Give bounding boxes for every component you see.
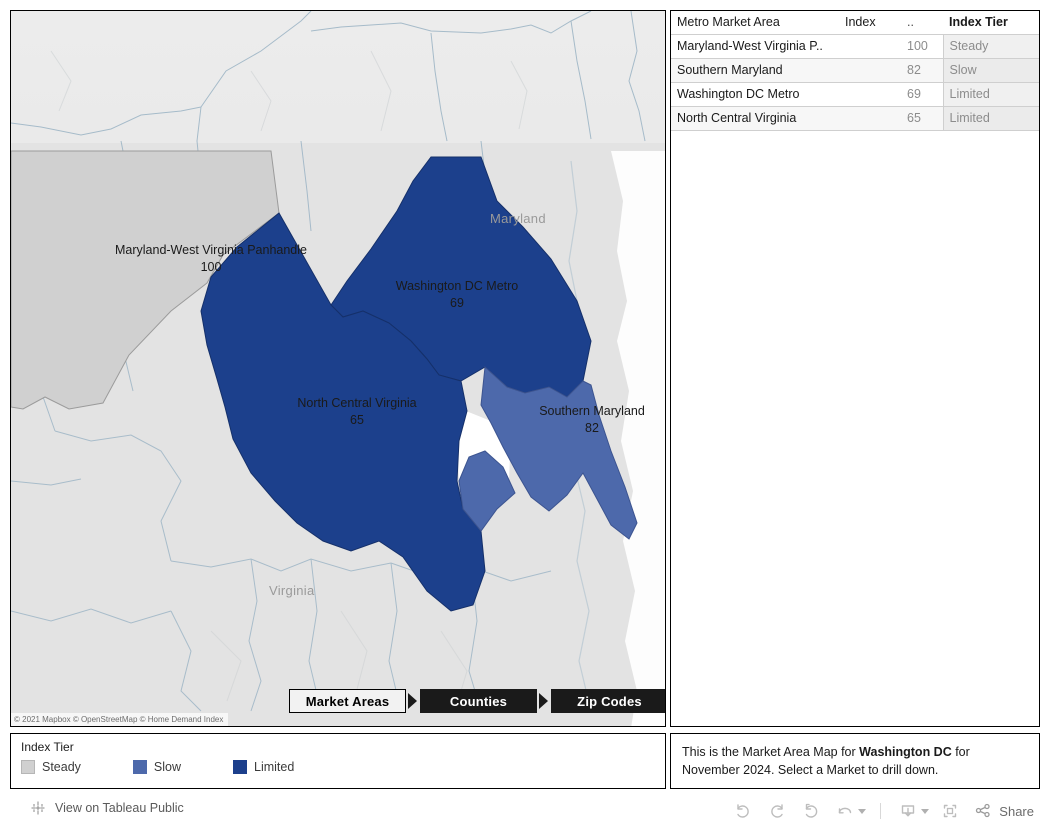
- cell-index: 82: [901, 58, 943, 83]
- cell-market-area: Washington DC Metro: [671, 82, 901, 107]
- dashboard-toolbar[interactable]: Share: [726, 797, 1034, 825]
- table-row[interactable]: Washington DC Metro 69 Limited: [671, 82, 1039, 107]
- cell-index-tier: Steady: [942, 34, 1039, 59]
- cell-index: 100: [901, 34, 943, 59]
- legend-swatch-steady: [21, 760, 35, 774]
- column-header-index[interactable]: Index: [839, 11, 901, 35]
- download-dropdown-caret-icon[interactable]: [921, 808, 930, 814]
- legend-label-slow: Slow: [153, 760, 182, 774]
- cell-index: 65: [901, 106, 943, 131]
- tableau-dashboard: Maryland Virginia Maryland-West Virginia…: [0, 0, 1050, 827]
- legend-label-steady: Steady: [42, 760, 81, 774]
- legend-label-limited: Limited: [254, 760, 295, 774]
- share-button[interactable]: Share: [973, 801, 1034, 821]
- redo-icon: [767, 801, 787, 821]
- map-panel[interactable]: Maryland Virginia Maryland-West Virginia…: [10, 10, 666, 727]
- refresh-button[interactable]: [828, 797, 862, 825]
- caption-market-name: Washington DC: [859, 745, 952, 759]
- cell-index-tier: Limited: [942, 106, 1039, 131]
- download-button[interactable]: [891, 797, 925, 825]
- table-row[interactable]: Maryland-West Virginia P.. 100 Steady: [671, 34, 1039, 59]
- column-header-index-tier[interactable]: Index Tier: [943, 11, 1039, 35]
- refresh-icon: [835, 801, 855, 821]
- legend-item-steady[interactable]: Steady: [21, 760, 81, 774]
- map-attribution: © 2021 Mapbox © OpenStreetMap © Home Dem…: [11, 713, 229, 726]
- legend-panel: Index Tier Steady Slow Limited: [10, 733, 666, 789]
- cell-index-tier: Limited: [942, 82, 1039, 107]
- legend-item-slow[interactable]: Slow: [132, 760, 182, 774]
- drill-button-zip-codes[interactable]: Zip Codes: [551, 689, 665, 713]
- legend-items: Steady Slow Limited: [21, 760, 655, 774]
- table-row[interactable]: Southern Maryland 82 Slow: [671, 58, 1039, 83]
- revert-icon: [801, 801, 821, 821]
- column-header-metro-market-area[interactable]: Metro Market Area: [671, 11, 839, 35]
- drill-button-counties[interactable]: Counties: [420, 689, 537, 713]
- choropleth-regions[interactable]: [11, 11, 666, 727]
- basemap-label-maryland: Maryland: [490, 211, 546, 226]
- view-on-tableau-public-link[interactable]: View on Tableau Public: [30, 800, 184, 816]
- tableau-logo-icon: [30, 800, 46, 816]
- table-row[interactable]: North Central Virginia 65 Limited: [671, 106, 1039, 131]
- cell-market-area: Southern Maryland: [671, 58, 901, 83]
- cell-index: 69: [901, 82, 943, 107]
- caption-before: This is the Market Area Map for: [682, 745, 860, 759]
- toolbar-divider: [880, 803, 882, 819]
- map-canvas[interactable]: Maryland Virginia Maryland-West Virginia…: [11, 11, 665, 726]
- drill-button-market-areas[interactable]: Market Areas: [289, 689, 406, 713]
- market-area-table: Metro Market Area Index .. Index Tier Ma…: [671, 11, 1039, 131]
- cell-index-tier: Slow: [942, 58, 1039, 83]
- legend-swatch-slow: [132, 760, 147, 774]
- redo-button[interactable]: [760, 797, 794, 825]
- view-on-tableau-public-label: View on Tableau Public: [55, 801, 184, 815]
- cell-market-area: Maryland-West Virginia P..: [671, 34, 901, 59]
- region-southern-maryland[interactable]: [480, 365, 638, 540]
- fullscreen-button[interactable]: [933, 797, 967, 825]
- caption-text: This is the Market Area Map for Washingt…: [682, 743, 1028, 779]
- market-area-table-panel[interactable]: Metro Market Area Index .. Index Tier Ma…: [670, 10, 1040, 727]
- table-body: Maryland-West Virginia P.. 100 Steady So…: [671, 34, 1039, 131]
- undo-icon: [733, 801, 753, 821]
- column-header-truncated[interactable]: ..: [901, 11, 943, 35]
- download-icon: [898, 801, 918, 821]
- caption-panel: This is the Market Area Map for Washingt…: [670, 733, 1040, 789]
- basemap-label-virginia: Virginia: [269, 583, 315, 598]
- refresh-dropdown-caret-icon[interactable]: [858, 808, 867, 814]
- legend-title: Index Tier: [21, 740, 74, 754]
- revert-button[interactable]: [794, 797, 828, 825]
- legend-swatch-limited: [233, 760, 248, 774]
- drill-arrow-icon: [537, 689, 551, 713]
- drill-navigation[interactable]: Market Areas Counties Zip Codes: [289, 689, 665, 713]
- legend-item-limited[interactable]: Limited: [233, 760, 294, 774]
- bottom-toolbar: View on Tableau Public Share: [0, 795, 1050, 827]
- share-icon: [973, 801, 993, 821]
- table-header-row: Metro Market Area Index .. Index Tier: [671, 11, 1039, 35]
- fullscreen-icon: [940, 801, 960, 821]
- drill-arrow-icon: [406, 689, 420, 713]
- cell-market-area: North Central Virginia: [671, 106, 901, 131]
- undo-button[interactable]: [726, 797, 760, 825]
- share-label: Share: [999, 803, 1034, 819]
